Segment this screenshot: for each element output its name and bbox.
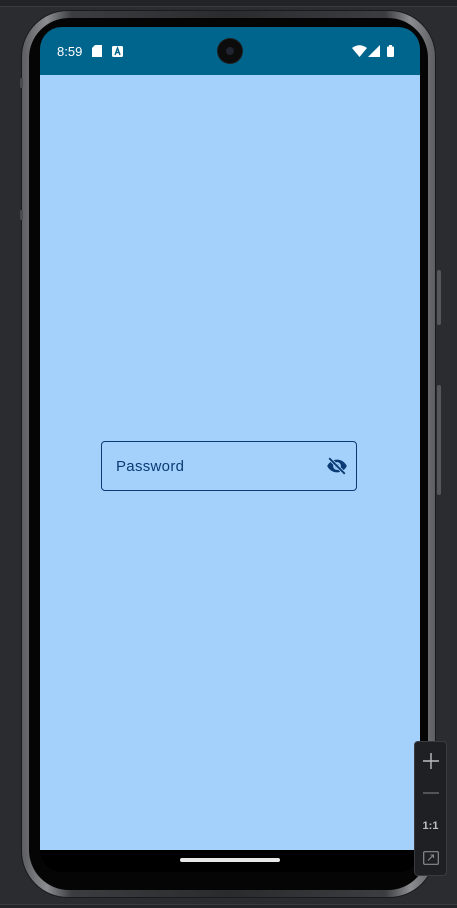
sd-card-icon: [92, 44, 102, 62]
fit-screen-icon: [422, 851, 439, 865]
zoom-in-button[interactable]: [415, 747, 446, 775]
status-bar: 8:59: [40, 27, 420, 75]
password-label: Password: [116, 458, 185, 475]
password-field[interactable]: Password: [101, 441, 357, 491]
wifi-icon: [352, 44, 367, 62]
front-camera: [218, 39, 242, 63]
device-left-mark: [20, 78, 23, 88]
app-content: Password: [40, 75, 420, 850]
status-time: 8:59: [57, 44, 83, 59]
home-indicator[interactable]: [180, 858, 280, 862]
device-left-mark: [20, 210, 23, 220]
visibility-off-icon[interactable]: [326, 455, 348, 477]
zoom-controls: 1:1: [414, 741, 447, 876]
power-button[interactable]: [437, 270, 441, 325]
app-notification-icon: [112, 44, 123, 62]
fit-screen-button[interactable]: [415, 844, 446, 872]
window-bottom-edge: [0, 904, 457, 908]
battery-icon: [387, 44, 394, 62]
zoom-out-button[interactable]: [415, 779, 446, 807]
device-screen: 8:59 Password: [40, 27, 420, 872]
signal-icon: [368, 44, 380, 62]
volume-button[interactable]: [437, 385, 441, 495]
actual-size-button[interactable]: 1:1: [415, 812, 446, 840]
minus-icon: [422, 792, 439, 794]
toolbar-edge: [0, 0, 457, 7]
gesture-nav-bar: [40, 850, 420, 872]
plus-icon: [422, 753, 439, 769]
